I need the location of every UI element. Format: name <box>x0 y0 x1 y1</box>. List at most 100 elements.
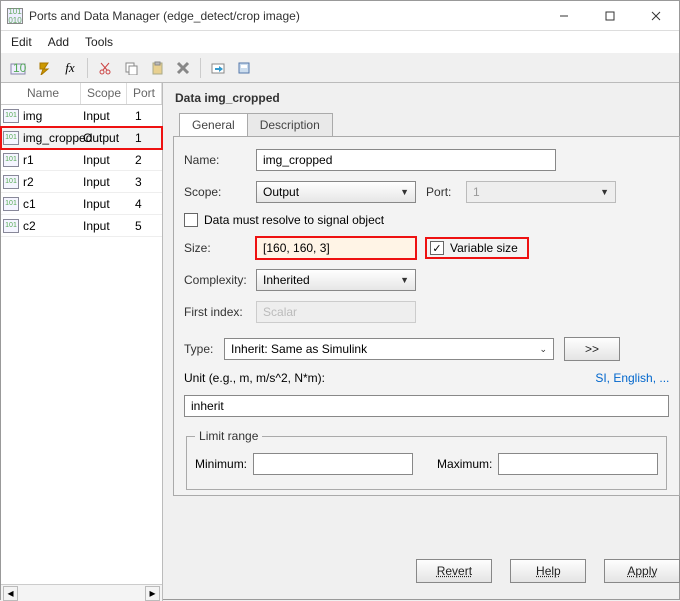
data-icon: 101 <box>3 153 19 167</box>
size-input[interactable] <box>256 237 416 259</box>
separator <box>200 58 201 78</box>
label-first-index: First index: <box>184 305 256 319</box>
row-port: 1 <box>129 109 162 123</box>
scope-value: Output <box>263 185 299 199</box>
caret-down-icon: ▼ <box>400 275 409 285</box>
list-row-r2[interactable]: 101 r2Input3 <box>1 171 162 193</box>
label-type: Type: <box>184 342 224 356</box>
data-icon: 101 <box>3 175 19 189</box>
tab-strip: General Description <box>179 113 680 137</box>
menu-edit[interactable]: Edit <box>11 35 32 49</box>
row-port: 3 <box>129 175 162 189</box>
row-scope: Input <box>83 153 129 167</box>
row-name: r2 <box>23 175 83 189</box>
resolve-checkbox[interactable] <box>184 213 198 227</box>
col-scope[interactable]: Scope <box>81 83 127 104</box>
row-port: 5 <box>129 219 162 233</box>
label-name: Name: <box>184 153 256 167</box>
minimize-button[interactable] <box>541 1 587 31</box>
label-size: Size: <box>184 241 256 255</box>
app-icon: 101010 <box>7 8 23 24</box>
scope-select[interactable]: Output ▼ <box>256 181 416 203</box>
type-select[interactable]: Inherit: Same as Simulink⌄ <box>224 338 554 360</box>
list-row-img_cropped[interactable]: 101 img_croppedOutput1 <box>1 127 162 149</box>
row-name: img <box>23 109 83 123</box>
menu-bar: Edit Add Tools <box>1 31 679 53</box>
menu-add[interactable]: Add <box>48 35 69 49</box>
show-block-icon[interactable] <box>233 57 255 79</box>
first-index-input <box>256 301 416 323</box>
minimum-input[interactable] <box>253 453 413 475</box>
variable-size-group: ✓ Variable size <box>426 238 528 258</box>
complexity-value: Inherited <box>263 273 310 287</box>
complexity-select[interactable]: Inherited ▼ <box>256 269 416 291</box>
data-icon: 101 <box>3 219 19 233</box>
type-value: Inherit: Same as Simulink <box>231 342 367 356</box>
data-icon: 101 <box>3 109 19 123</box>
label-resolve: Data must resolve to signal object <box>204 213 384 227</box>
row-name: c2 <box>23 219 83 233</box>
list-header: Name Scope Port <box>1 83 162 105</box>
label-port: Port: <box>426 185 466 199</box>
scroll-right-icon[interactable]: ▸ <box>145 586 160 601</box>
apply-button[interactable]: Apply <box>604 559 680 583</box>
row-name: img_cropped <box>23 131 83 145</box>
add-event-icon[interactable] <box>33 57 55 79</box>
add-data-icon[interactable]: 101 <box>7 57 29 79</box>
caret-down-icon: ▼ <box>400 187 409 197</box>
label-scope: Scope: <box>184 185 256 199</box>
units-link[interactable]: SI, English, ... <box>595 371 669 385</box>
maximize-button[interactable] <box>587 1 633 31</box>
hscrollbar[interactable]: ◂ ▸ <box>1 584 162 601</box>
list-row-c1[interactable]: 101c1Input4 <box>1 193 162 215</box>
list-row-img[interactable]: 101imgInput1 <box>1 105 162 127</box>
row-port: 1 <box>129 131 162 145</box>
type-assistant-button[interactable]: >> <box>564 337 620 361</box>
port-select: 1▼ <box>466 181 616 203</box>
scroll-left-icon[interactable]: ◂ <box>3 586 18 601</box>
menu-tools[interactable]: Tools <box>85 35 113 49</box>
delete-icon[interactable] <box>172 57 194 79</box>
separator <box>87 58 88 78</box>
variable-size-checkbox[interactable]: ✓ <box>430 241 444 255</box>
row-scope: Input <box>83 219 129 233</box>
label-minimum: Minimum: <box>195 457 247 471</box>
row-port: 4 <box>129 197 162 211</box>
data-icon: 101 <box>3 197 19 211</box>
list-body: 101imgInput1101img_croppedOutput1101r1In… <box>1 105 162 584</box>
help-button[interactable]: Help <box>510 559 586 583</box>
data-list-pane: Name Scope Port 101imgInput1101img_cropp… <box>1 83 163 601</box>
col-name[interactable]: Name <box>1 83 81 104</box>
list-row-r1[interactable]: 101r1Input2 <box>1 149 162 171</box>
paste-icon[interactable] <box>146 57 168 79</box>
row-port: 2 <box>129 153 162 167</box>
close-button[interactable] <box>633 1 679 31</box>
row-scope: Input <box>83 175 129 189</box>
tab-general[interactable]: General <box>179 113 248 137</box>
caret-down-icon: ▼ <box>600 187 609 197</box>
data-icon: 101 <box>3 131 19 145</box>
revert-button[interactable]: Revert <box>416 559 492 583</box>
properties-pane: Data img_cropped General Description Nam… <box>163 83 680 601</box>
tab-description[interactable]: Description <box>247 113 333 137</box>
label-maximum: Maximum: <box>437 457 492 471</box>
unit-input[interactable] <box>184 395 669 417</box>
window-title: Ports and Data Manager (edge_detect/crop… <box>29 9 541 23</box>
row-scope: Output <box>83 131 129 145</box>
dialog-buttons: Revert Help Apply <box>173 545 680 601</box>
cut-icon[interactable] <box>94 57 116 79</box>
svg-text:101: 101 <box>13 61 26 75</box>
col-port[interactable]: Port <box>127 83 162 104</box>
goto-icon[interactable] <box>207 57 229 79</box>
copy-icon[interactable] <box>120 57 142 79</box>
row-scope: Input <box>83 197 129 211</box>
maximum-input[interactable] <box>498 453 658 475</box>
label-variable-size: Variable size <box>450 241 518 255</box>
label-limit-range: Limit range <box>195 429 262 443</box>
label-unit: Unit (e.g., m, m/s^2, N*m): <box>184 371 325 385</box>
name-input[interactable] <box>256 149 556 171</box>
title-bar: 101010 Ports and Data Manager (edge_dete… <box>1 1 679 31</box>
list-row-c2[interactable]: 101 c2Input5 <box>1 215 162 237</box>
fx-icon[interactable]: fx <box>59 57 81 79</box>
pane-title: Data img_cropped <box>175 91 680 105</box>
